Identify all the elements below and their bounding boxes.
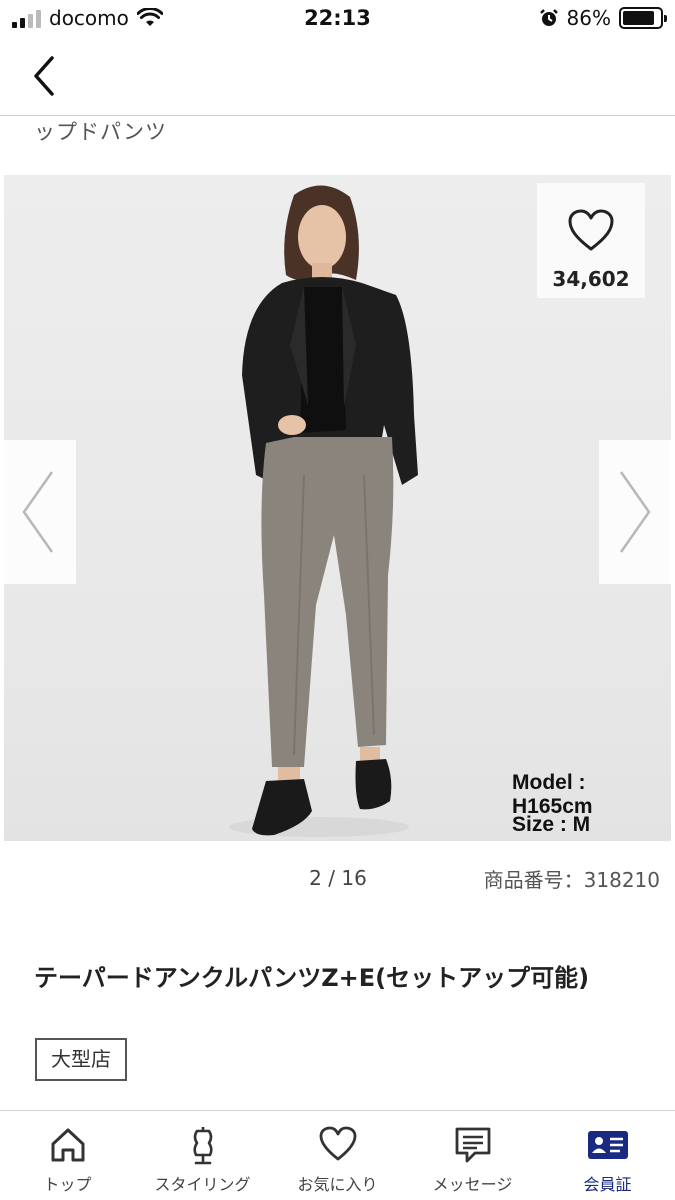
- breadcrumb-title: ップドパンツ: [34, 120, 168, 144]
- tab-messages-label: メッセージ: [432, 1175, 513, 1194]
- tab-styling-label: スタイリング: [154, 1175, 251, 1194]
- carousel-next-button[interactable]: [599, 440, 671, 584]
- tab-bar: トップ スタイリング お気に入り メッセージ 会員証: [0, 1110, 675, 1200]
- back-chevron-icon[interactable]: [26, 54, 66, 98]
- product-number: 商品番号：318210: [483, 868, 660, 892]
- product-image-carousel[interactable]: 34,602 Model : H165cm Size : M: [4, 175, 671, 841]
- tab-favorites[interactable]: お気に入り: [270, 1125, 405, 1195]
- battery-percent: 86%: [566, 6, 611, 30]
- tab-favorites-label: お気に入り: [297, 1175, 378, 1194]
- store-tag: 大型店: [35, 1038, 127, 1081]
- model-size-label: Size : M: [512, 813, 591, 836]
- home-icon: [51, 1128, 84, 1162]
- message-icon: [455, 1127, 490, 1163]
- status-bar: docomo 22:13 86%: [0, 0, 675, 38]
- nav-bar: [0, 38, 675, 116]
- tab-messages[interactable]: メッセージ: [405, 1125, 540, 1195]
- image-page-indicator: 2 / 16: [309, 866, 367, 890]
- heart-icon: [568, 209, 614, 251]
- product-name: テーパードアンクルパンツZ+E(セットアップ可能): [34, 964, 590, 992]
- status-right: 86%: [539, 6, 667, 30]
- tab-top-label: トップ: [43, 1175, 92, 1194]
- favorite-count: 34,602: [552, 267, 630, 291]
- carousel-prev-button[interactable]: [4, 440, 76, 584]
- favorite-button[interactable]: 34,602: [537, 183, 645, 298]
- tab-member-card[interactable]: 会員証: [540, 1125, 675, 1195]
- battery-icon: [619, 7, 667, 29]
- model-height-label: Model : H165cm: [512, 771, 593, 818]
- tab-styling[interactable]: スタイリング: [135, 1125, 270, 1195]
- member-card-icon: [587, 1131, 628, 1159]
- chevron-left-icon: [22, 471, 54, 553]
- tab-member-card-label: 会員証: [583, 1175, 632, 1194]
- mannequin-icon: [192, 1127, 213, 1165]
- heart-icon: [319, 1126, 356, 1161]
- alarm-icon: [539, 9, 558, 26]
- tab-top[interactable]: トップ: [0, 1125, 135, 1195]
- chevron-right-icon: [619, 471, 651, 553]
